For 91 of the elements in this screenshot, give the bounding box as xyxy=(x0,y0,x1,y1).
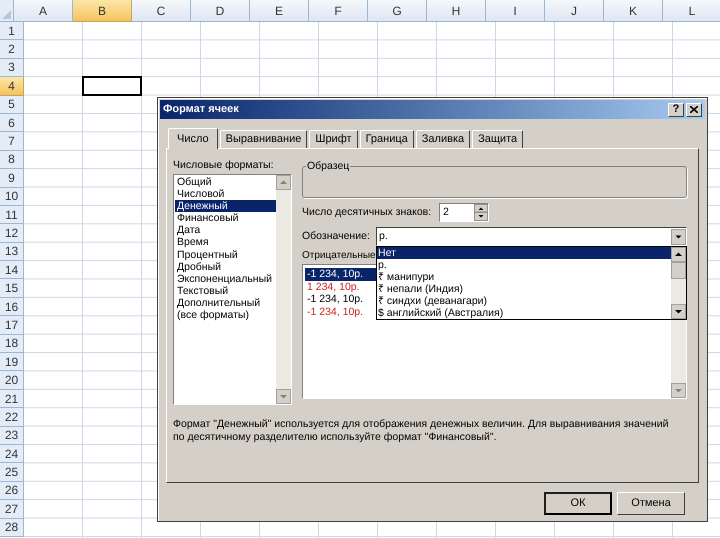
negative-format-item[interactable]: 1 234, 10р. xyxy=(305,280,377,293)
symbol-dropdown[interactable]: р. xyxy=(376,227,687,246)
row-header[interactable]: 14 xyxy=(0,261,24,280)
scroll-down-icon[interactable] xyxy=(671,304,686,319)
row-header[interactable]: 17 xyxy=(0,316,24,335)
format-description: Формат "Денежный" используется для отображения денежных величин. Для выравнивания значений по десятичному разделителю используйте формат "Финансовый". xyxy=(173,418,670,444)
row-header[interactable]: 24 xyxy=(0,444,24,464)
row-header[interactable]: 26 xyxy=(0,482,24,500)
symbol-option[interactable]: ₹ манипури xyxy=(377,271,671,283)
symbol-option[interactable]: ₹ непали (Индия) xyxy=(377,283,671,295)
row-header[interactable]: 27 xyxy=(0,500,24,519)
cancel-button[interactable]: Отмена xyxy=(617,492,685,515)
column-header[interactable]: D xyxy=(191,0,250,22)
row-header[interactable]: 5 xyxy=(0,96,24,114)
column-header[interactable]: C xyxy=(132,0,191,22)
row-header[interactable]: 18 xyxy=(0,334,24,354)
column-header[interactable]: L xyxy=(663,0,720,22)
column-header[interactable]: H xyxy=(427,0,486,22)
column-header[interactable]: J xyxy=(545,0,604,22)
negative-format-item[interactable]: -1 234, 10р. xyxy=(305,268,377,280)
row-header[interactable]: 21 xyxy=(0,390,24,408)
row-header[interactable]: 15 xyxy=(0,279,24,298)
row-header[interactable]: 11 xyxy=(0,206,24,224)
help-button[interactable]: ? xyxy=(668,102,684,116)
window-title: Формат ячеек xyxy=(163,102,240,118)
format-item[interactable]: Числовой xyxy=(175,188,276,200)
row-header[interactable]: 28 xyxy=(0,518,24,537)
row-header[interactable]: 19 xyxy=(0,353,24,372)
formats-list[interactable]: Общий Числовой Денежный Финансовый Дата Время Процентный Дробный Экспоненциальный Текстовый Дополнительный (все форматы) xyxy=(173,174,292,405)
decimal-places-spinner[interactable]: 2 xyxy=(439,203,489,222)
column-header[interactable]: E xyxy=(250,0,309,22)
close-button[interactable] xyxy=(686,102,702,116)
tab[interactable]: Заливка xyxy=(416,130,470,148)
row-header[interactable]: 8 xyxy=(0,150,24,170)
row-header[interactable]: 22 xyxy=(0,408,24,427)
row-header[interactable]: 6 xyxy=(0,114,24,132)
tab[interactable]: Защита xyxy=(472,130,524,148)
row-header[interactable]: 1 xyxy=(0,22,24,40)
row-header[interactable]: 3 xyxy=(0,58,24,78)
tab[interactable]: Граница xyxy=(360,130,414,148)
format-item[interactable]: Экспоненциальный xyxy=(175,272,276,285)
row-header[interactable]: 20 xyxy=(0,371,24,390)
format-item[interactable]: Дата xyxy=(175,224,276,236)
format-item[interactable]: Денежный xyxy=(175,200,276,212)
symbol-value: р. xyxy=(378,228,389,244)
symbol-option[interactable]: Нет xyxy=(377,247,671,259)
scroll-up-icon[interactable] xyxy=(671,247,686,262)
row-header[interactable]: 23 xyxy=(0,426,24,445)
symbol-option[interactable]: $ английский (Австралия) xyxy=(377,307,671,319)
row-header[interactable]: 2 xyxy=(0,40,24,59)
format-item[interactable]: (все форматы) xyxy=(175,309,276,322)
active-cell[interactable] xyxy=(82,76,142,96)
row-header[interactable]: 25 xyxy=(0,463,24,482)
scroll-thumb[interactable] xyxy=(671,262,686,279)
format-item[interactable]: Процентный xyxy=(175,248,276,261)
spin-arrows-icon[interactable] xyxy=(474,204,488,221)
tab[interactable]: Выравнивание xyxy=(220,130,308,148)
decimal-places-label: Число десятичных знаков: xyxy=(302,204,432,220)
tab[interactable]: Шрифт xyxy=(309,130,358,148)
close-icon xyxy=(690,106,698,113)
negative-numbers-label: Отрицательные xyxy=(302,250,376,262)
column-header[interactable]: B xyxy=(73,0,132,22)
format-item[interactable]: Общий xyxy=(175,176,276,188)
negative-format-item[interactable]: -1 234, 10р. xyxy=(305,306,377,318)
column-header[interactable]: K xyxy=(604,0,663,22)
tab[interactable]: Число xyxy=(168,128,218,149)
format-item[interactable]: Дробный xyxy=(175,260,276,273)
column-header[interactable]: A xyxy=(14,0,73,22)
scrollbar[interactable] xyxy=(671,247,686,319)
format-item[interactable]: Финансовый xyxy=(175,212,276,224)
row-header[interactable]: 13 xyxy=(0,242,24,262)
decimal-places-value: 2 xyxy=(442,204,450,220)
row-header[interactable]: 12 xyxy=(0,224,24,243)
format-item[interactable]: Время xyxy=(175,236,276,249)
row-header[interactable]: 16 xyxy=(0,298,24,316)
row-header[interactable]: 7 xyxy=(0,132,24,151)
row-header[interactable]: 10 xyxy=(0,188,24,206)
row-header[interactable]: 4 xyxy=(0,77,24,96)
format-item[interactable]: Дополнительный xyxy=(175,296,276,310)
column-header[interactable]: G xyxy=(368,0,427,22)
format-item[interactable]: Текстовый xyxy=(175,284,276,297)
symbol-label: Обозначение: xyxy=(302,228,371,244)
symbol-option[interactable]: ₹ синдхи (деванагари) xyxy=(377,295,671,307)
column-header[interactable]: F xyxy=(309,0,368,22)
sample-label: Образец xyxy=(306,160,350,172)
ok-button[interactable]: ОК xyxy=(544,492,612,515)
negative-format-item[interactable]: -1 234, 10р. xyxy=(305,293,377,306)
formats-label: Числовые форматы: xyxy=(173,158,274,172)
symbol-options-menu[interactable]: Нет р. ₹ манипури ₹ непали (Индия) ₹ синдхи (деванагари) $ английский (Австралия) xyxy=(376,246,687,320)
column-header[interactable]: I xyxy=(486,0,545,22)
row-header[interactable]: 9 xyxy=(0,169,24,188)
